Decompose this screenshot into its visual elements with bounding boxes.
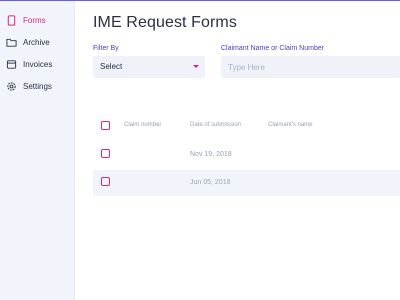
forms-table: Claim number Date of submission Claimant… bbox=[93, 114, 400, 196]
sidebar-item-invoices[interactable]: Invoices bbox=[6, 57, 52, 71]
filter-by-label: Filter By bbox=[93, 45, 119, 52]
sidebar-item-archive[interactable]: Archive bbox=[6, 35, 50, 49]
claimant-search-label: Claimant Name or Claim Number bbox=[221, 45, 325, 52]
sidebar: Forms Archive Invoices Settings bbox=[0, 1, 75, 300]
row-checkbox[interactable] bbox=[101, 177, 110, 186]
sidebar-item-settings[interactable]: Settings bbox=[6, 79, 52, 93]
invoice-icon bbox=[6, 59, 17, 69]
filter-by-value: Select bbox=[100, 62, 123, 71]
sidebar-item-label: Settings bbox=[23, 81, 52, 91]
filter-by-select[interactable]: Select bbox=[93, 56, 205, 78]
column-header-date[interactable]: Date of submission bbox=[190, 122, 241, 128]
gear-icon bbox=[7, 81, 16, 91]
sidebar-item-label: Forms bbox=[23, 15, 46, 25]
date-cell: Jun 05, 2018 bbox=[190, 179, 231, 186]
row-checkbox[interactable] bbox=[101, 149, 110, 158]
form-document-icon bbox=[7, 14, 16, 26]
page-title: IME Request Forms bbox=[93, 14, 237, 31]
chevron-down-icon bbox=[193, 65, 199, 68]
table-row[interactable]: Nov 19, 2018 bbox=[93, 142, 400, 168]
sidebar-item-forms[interactable]: Forms bbox=[6, 13, 46, 27]
claimant-search-input[interactable] bbox=[221, 56, 400, 78]
select-all-checkbox[interactable] bbox=[101, 121, 110, 130]
table-header-row: Claim number Date of submission Claimant… bbox=[93, 114, 400, 138]
date-cell: Nov 19, 2018 bbox=[190, 151, 232, 158]
column-header-claimant[interactable]: Claimant's name bbox=[268, 122, 313, 128]
column-header-claim-number[interactable]: Claim number bbox=[124, 122, 161, 128]
folder-icon bbox=[6, 38, 17, 47]
sidebar-item-label: Invoices bbox=[23, 59, 53, 69]
sidebar-item-label: Archive bbox=[23, 37, 50, 47]
table-row[interactable]: Jun 05, 2018 bbox=[93, 170, 400, 196]
